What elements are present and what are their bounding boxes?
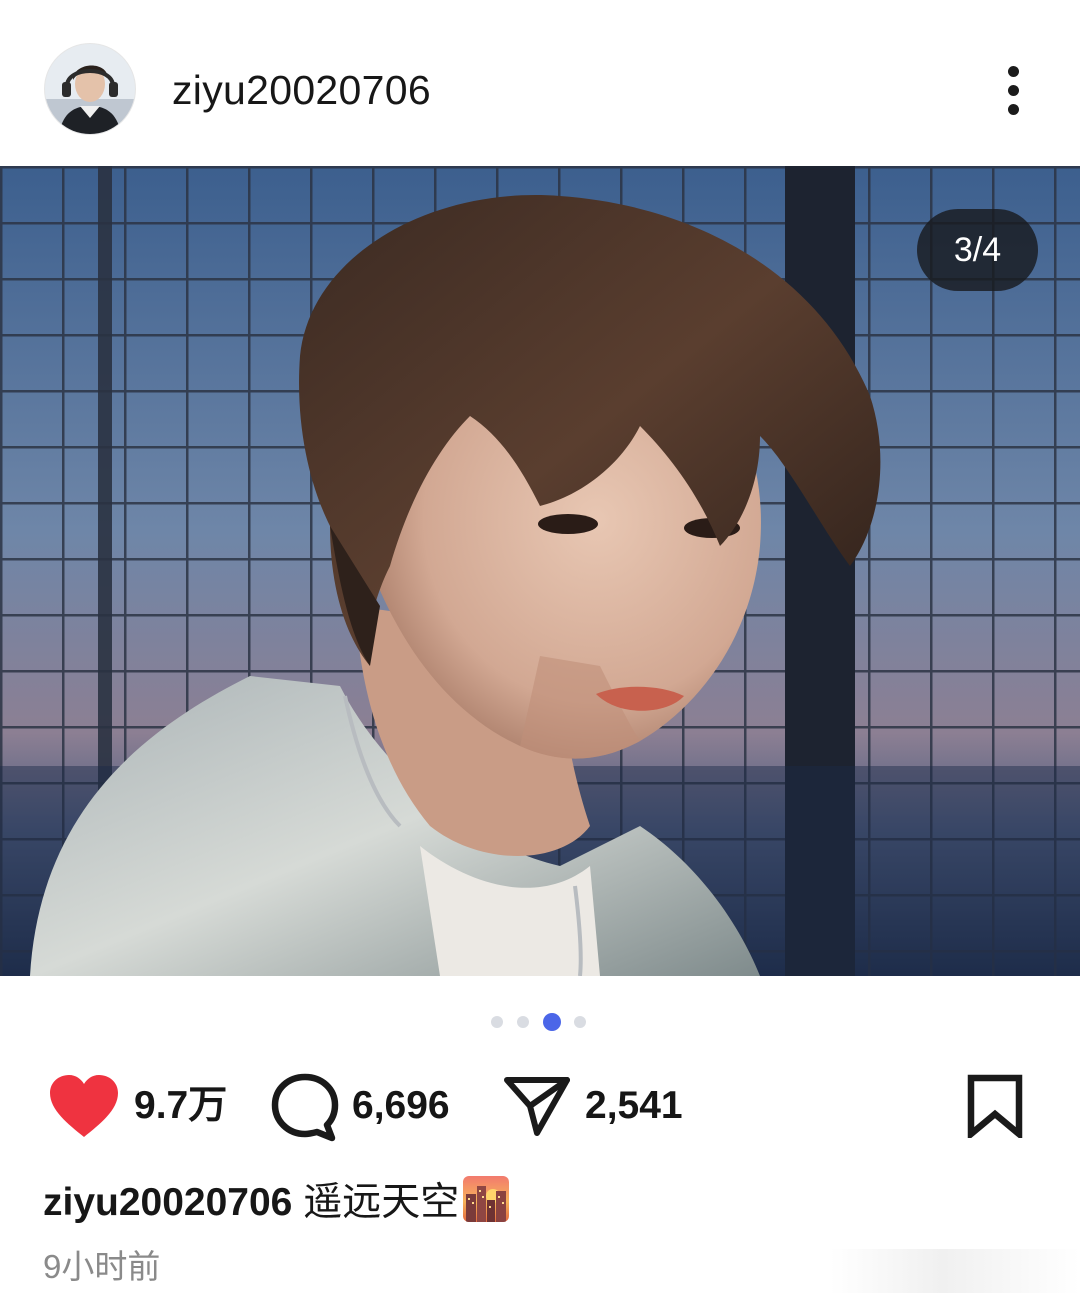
carousel-dot[interactable]: [517, 1016, 529, 1028]
like-count: 9.7万: [134, 1084, 228, 1127]
username[interactable]: ziyu20020706: [172, 64, 431, 116]
action-bar: 9.7万 6,696 2,541: [0, 1060, 1080, 1152]
send-paper-plane-icon: [504, 1077, 570, 1136]
comment-button[interactable]: 6,696: [270, 1070, 470, 1142]
post-header: ziyu20020706: [0, 0, 1080, 166]
more-vertical-icon: [1008, 66, 1019, 77]
carousel-counter: 3/4: [917, 209, 1038, 291]
bottom-fade: [830, 1249, 1080, 1293]
bookmark-icon: [967, 1074, 1023, 1138]
post-timestamp: 9小时前: [43, 1248, 161, 1285]
like-button[interactable]: 9.7万: [48, 1070, 248, 1142]
post-photo[interactable]: [0, 166, 1080, 976]
carousel-dot[interactable]: [491, 1016, 503, 1028]
save-button[interactable]: [966, 1070, 1026, 1142]
comment-bubble-icon: [271, 1073, 339, 1142]
city-dusk-emoji: [463, 1176, 510, 1222]
carousel-dot-active[interactable]: [543, 1013, 561, 1031]
avatar-image: [45, 44, 135, 134]
heart-filled-icon: [50, 1075, 118, 1137]
portrait-image: [0, 166, 1080, 976]
avatar[interactable]: [45, 44, 135, 134]
post-caption: ziyu20020706 遥远天空: [43, 1176, 510, 1229]
carousel-dot[interactable]: [574, 1016, 586, 1028]
more-vertical-icon-dot: [1008, 85, 1019, 96]
share-button[interactable]: 2,541: [503, 1070, 703, 1142]
caption-text: 遥远天空: [303, 1181, 460, 1224]
comment-count: 6,696: [352, 1084, 450, 1127]
more-options-button[interactable]: [994, 62, 1034, 118]
more-vertical-icon-dot: [1008, 104, 1019, 115]
caption-author[interactable]: ziyu20020706: [43, 1181, 292, 1224]
share-count: 2,541: [585, 1084, 683, 1127]
